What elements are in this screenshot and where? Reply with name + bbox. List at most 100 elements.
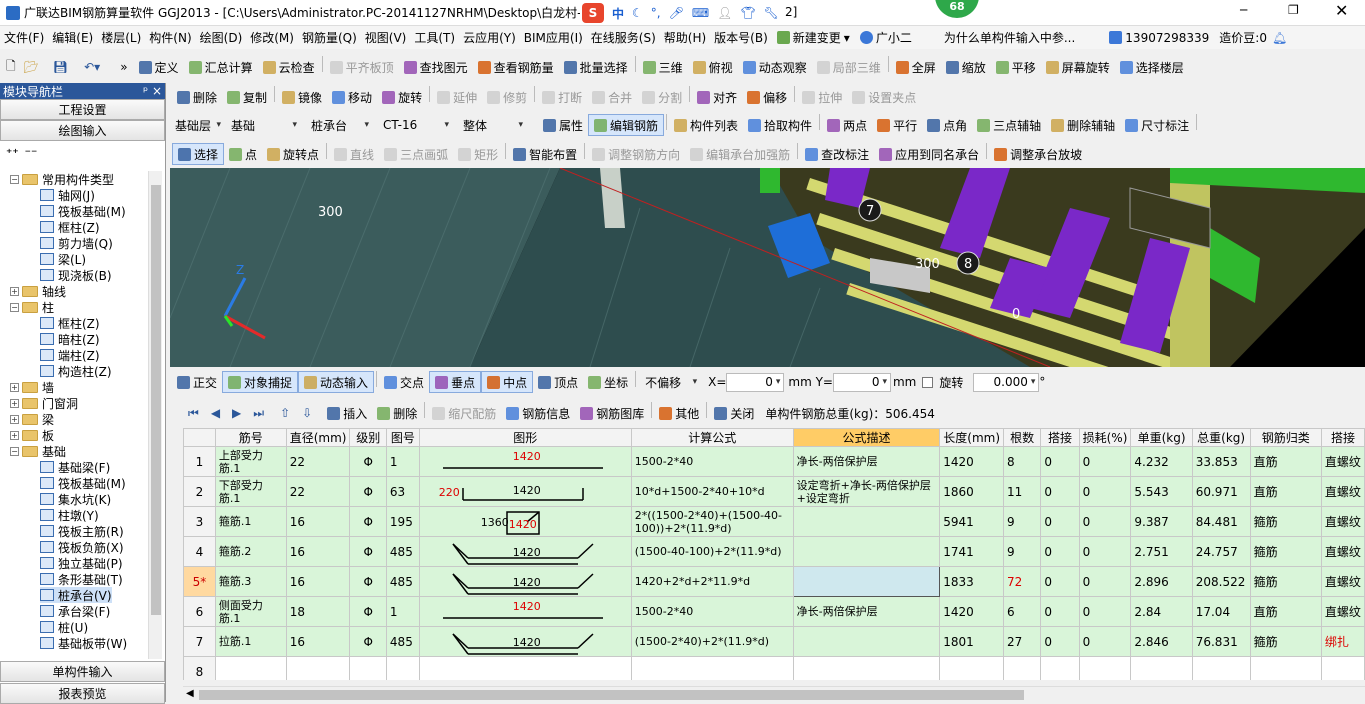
cell-desc[interactable]	[792, 566, 941, 597]
toolbar2-button[interactable]: 延伸	[432, 86, 482, 108]
toolbar2-button[interactable]: 合并	[587, 86, 637, 108]
cell-no[interactable]: 8	[183, 656, 216, 680]
menu-item[interactable]: 修改(M)	[246, 27, 298, 49]
draw-input-button[interactable]: 绘图输入	[0, 120, 165, 141]
first-row-icon[interactable]: ⏮	[188, 406, 199, 421]
cell-dia[interactable]: 18	[285, 596, 351, 627]
cell-fig[interactable]: 63	[385, 476, 420, 507]
collapse-all-icon[interactable]: ⁻⁻	[25, 146, 38, 160]
tree-item[interactable]: 筏板主筋(R)	[40, 523, 124, 539]
cell-total_w[interactable]: 84.481	[1191, 506, 1251, 537]
toolbar1-button[interactable]: 云检查	[258, 56, 320, 78]
toolbar4-button[interactable]: 查改标注	[800, 143, 874, 165]
collapse-icon[interactable]: −	[10, 174, 19, 184]
menu-item[interactable]: 工具(T)	[410, 27, 459, 49]
cell-cls[interactable]: 箍筋	[1249, 536, 1322, 567]
column-header[interactable]: 损耗(%)	[1078, 428, 1132, 447]
tree-item[interactable]: 剪力墙(Q)	[40, 235, 113, 251]
cell-desc[interactable]: 净长-两倍保护层	[792, 446, 941, 477]
column-header[interactable]: 公式描述	[792, 428, 941, 447]
toolbar4-button[interactable]: 应用到同名承台	[874, 143, 984, 165]
cell-lap2[interactable]: 直螺纹	[1320, 506, 1365, 537]
toolbar3-button[interactable]: 属性	[538, 114, 588, 136]
cell-name[interactable]: 侧面受力筋.1	[214, 596, 287, 627]
rotate-checkbox[interactable]	[922, 376, 934, 388]
expand-icon[interactable]: +	[10, 430, 19, 440]
cell-grade[interactable]: Φ	[349, 476, 387, 507]
column-header[interactable]: 钢筋归类	[1249, 428, 1322, 447]
toolbar2-button[interactable]: 复制	[222, 86, 272, 108]
maximize-button[interactable]: ❐	[1288, 3, 1299, 17]
overflow-icon[interactable]: »	[120, 60, 127, 74]
move-up-icon[interactable]: ⇧	[280, 406, 290, 420]
toolbar3-button[interactable]: 编辑钢筋	[588, 114, 665, 136]
tree-folder[interactable]: + 梁	[10, 411, 54, 427]
toolbar4-button[interactable]: 矩形	[453, 143, 503, 165]
cell-len[interactable]: 5941	[939, 506, 1005, 537]
toolbar3-button[interactable]: 删除辅轴	[1046, 114, 1120, 136]
cell-no[interactable]: 5*	[183, 566, 216, 597]
ime-toolbar[interactable]: S 中 ☾ °, 🎤︎ ⌨ 👤︎ 👕︎ 🔧︎	[580, 2, 790, 24]
menu-item[interactable]: 钢筋量(Q)	[298, 27, 361, 49]
toolbar1-button[interactable]: 批量选择	[559, 56, 633, 78]
gridbar-button[interactable]: 钢筋信息	[501, 402, 575, 424]
toolbar3-button[interactable]: 点角	[922, 114, 972, 136]
tree-item[interactable]: 筏板基础(M)	[40, 475, 126, 491]
table-hscrollbar[interactable]: ◀	[183, 686, 1365, 702]
gridbar-button[interactable]: 删除	[372, 402, 422, 424]
cell-grade[interactable]: Φ	[349, 506, 387, 537]
cell-grade[interactable]: Φ	[349, 566, 387, 597]
column-header[interactable]: 搭接	[1040, 428, 1080, 447]
collapse-icon[interactable]: −	[10, 302, 19, 312]
tree-item[interactable]: 构造柱(Z)	[40, 363, 112, 379]
toolbar4-button[interactable]: 三点画弧	[379, 143, 453, 165]
toolbar4-button[interactable]: 调整钢筋方向	[587, 143, 685, 165]
table-row[interactable]: 5* 箍筋.3 16 Φ 485 1420 1420+2*d+2*11.9*d 1833 72 0…	[183, 566, 1365, 597]
toolbar1-button[interactable]: 动态观察	[738, 56, 812, 78]
cell-formula[interactable]	[630, 656, 794, 680]
cell-fig[interactable]: 1	[385, 596, 420, 627]
cell-name[interactable]: 箍筋.3	[214, 566, 287, 597]
tree-folder[interactable]: − 基础	[10, 443, 66, 459]
cell-lap[interactable]: 0	[1040, 506, 1080, 537]
expand-icon[interactable]: +	[10, 382, 19, 392]
toolbar4-button[interactable]: 编辑承台加强筋	[685, 143, 795, 165]
cell-lap2[interactable]: 直螺纹	[1320, 476, 1365, 507]
cell-fig[interactable]: 485	[385, 536, 420, 567]
cell-desc[interactable]	[792, 656, 941, 680]
column-header[interactable]: 筋号	[214, 428, 287, 447]
cell-dia[interactable]: 16	[285, 566, 351, 597]
cell-fig[interactable]: 195	[385, 506, 420, 537]
snapbar-button[interactable]: 顶点	[533, 371, 583, 393]
column-header[interactable]: 单重(kg)	[1130, 428, 1193, 447]
cell-total_w[interactable]: 33.853	[1191, 446, 1251, 477]
cell-lap2[interactable]: 直螺纹	[1320, 446, 1365, 477]
cell-len[interactable]: 1833	[939, 566, 1005, 597]
expand-icon[interactable]: +	[10, 398, 19, 408]
toolbar1-button[interactable]: 选择楼层	[1115, 56, 1189, 78]
cell-name[interactable]: 上部受力筋.1	[214, 446, 287, 477]
cell-name[interactable]	[214, 656, 287, 680]
toolbar1-button[interactable]: 全屏	[891, 56, 941, 78]
cell-cls[interactable]: 箍筋	[1249, 506, 1322, 537]
toolbar1-button[interactable]: 俯视	[688, 56, 738, 78]
toolbar2-button[interactable]: 对齐	[692, 86, 742, 108]
tree-item[interactable]: 现浇板(B)	[40, 267, 112, 283]
cell-fig[interactable]: 1	[385, 446, 420, 477]
tree-folder[interactable]: + 板	[10, 427, 54, 443]
tree-item[interactable]: 框柱(Z)	[40, 315, 100, 331]
table-row[interactable]: 3 箍筋.1 16 Φ 195 1420 1360 2*((1500-2*40)+(1500-…	[183, 506, 1365, 537]
tree-item[interactable]: 桩(U)	[40, 619, 88, 635]
table-row[interactable]: 4 箍筋.2 16 Φ 485 1420 (1500-40-100)+2*(11.9*d) 1…	[183, 536, 1365, 567]
menu-item[interactable]: 编辑(E)	[48, 27, 97, 49]
tree-item[interactable]: 筏板负筋(X)	[40, 539, 124, 555]
toolbar1-button[interactable]: 局部三维	[812, 56, 886, 78]
cell-cls[interactable]: 直筋	[1249, 476, 1322, 507]
cell-lap2[interactable]: 直螺纹	[1320, 566, 1365, 597]
cell-no[interactable]: 3	[183, 506, 216, 537]
toolbar1-button[interactable]: 查找图元	[399, 56, 473, 78]
tree-folder[interactable]: − 柱	[10, 299, 54, 315]
cell-len[interactable]: 1801	[939, 626, 1005, 657]
cell-formula[interactable]: (1500-2*40)+2*(11.9*d)	[630, 626, 794, 657]
next-row-icon[interactable]: ▶	[232, 406, 241, 420]
